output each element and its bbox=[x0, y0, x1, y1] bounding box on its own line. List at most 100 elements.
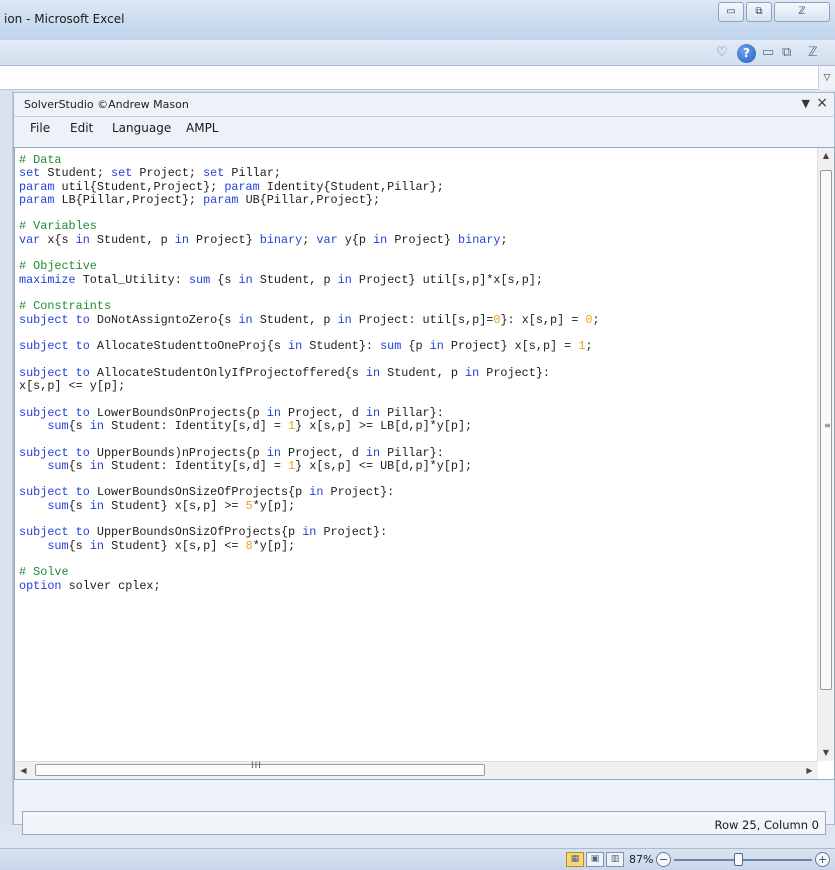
code-line[interactable] bbox=[19, 207, 819, 220]
code-text: Project, d bbox=[280, 405, 366, 420]
menu-file[interactable]: File bbox=[30, 121, 50, 135]
zoom-out-button[interactable]: − bbox=[656, 852, 671, 867]
code-comment: # Solve bbox=[19, 565, 69, 580]
close-button[interactable]: ℤ bbox=[774, 2, 830, 22]
code-line[interactable]: subject to AllocateStudentOnlyIfProjecto… bbox=[19, 365, 819, 380]
code-text: {s bbox=[68, 538, 90, 553]
pane-close-icon[interactable]: × bbox=[816, 95, 828, 111]
code-line[interactable]: var x{s in Student, p in Project} binary… bbox=[19, 232, 819, 247]
code-text: } x[s,p] >= LB[d,p]*y[p]; bbox=[295, 418, 473, 433]
code-line[interactable] bbox=[19, 247, 819, 260]
code-keyword: in bbox=[89, 458, 104, 473]
menu-edit[interactable]: Edit bbox=[70, 121, 93, 135]
code-line[interactable]: subject to LowerBoundsOnProjects{p in Pr… bbox=[19, 405, 819, 420]
vertical-scrollbar[interactable]: ▲ ≡ ▼ bbox=[817, 148, 834, 761]
code-keyword: in bbox=[89, 498, 104, 513]
code-text: Student; bbox=[40, 166, 112, 181]
code-text: x{s bbox=[40, 232, 76, 247]
zoom-slider-thumb[interactable] bbox=[734, 853, 743, 866]
menu-ampl[interactable]: AMPL bbox=[186, 121, 218, 135]
code-text: Project, d bbox=[280, 445, 366, 460]
code-number: 0 bbox=[585, 312, 593, 327]
code-line[interactable]: subject to UpperBounds)nProjects{p in Pr… bbox=[19, 445, 819, 460]
code-keyword: subject to bbox=[19, 405, 90, 420]
code-line[interactable]: param util{Student,Project}; param Ident… bbox=[19, 179, 819, 194]
code-line[interactable]: sum{s in Student: Identity[s,d] = 1} x[s… bbox=[19, 458, 819, 473]
code-line[interactable]: # Constraints bbox=[19, 300, 819, 313]
horizontal-scroll-thumb[interactable]: III bbox=[35, 761, 485, 776]
code-line[interactable]: option solver cplex; bbox=[19, 579, 819, 593]
code-editor[interactable]: # Data set Student; set Project; set Pill… bbox=[14, 147, 835, 780]
code-line[interactable]: subject to LowerBoundsOnSizeOfProjects{p… bbox=[19, 486, 819, 499]
code-line[interactable]: # Data bbox=[19, 154, 819, 167]
code-keyword: in bbox=[465, 365, 480, 380]
code-line[interactable] bbox=[19, 553, 819, 566]
collapse-ribbon-icon[interactable]: ♡ bbox=[716, 43, 728, 63]
formula-bar[interactable]: ▽ bbox=[0, 66, 835, 90]
zoom-in-button[interactable]: + bbox=[815, 852, 830, 867]
doc-restore-icon[interactable]: ⧉ bbox=[782, 43, 791, 63]
code-keyword: in bbox=[75, 232, 90, 247]
scroll-up-icon[interactable]: ▲ bbox=[818, 148, 834, 164]
code-line[interactable]: sum{s in Student: Identity[s,d] = 1} x[s… bbox=[19, 418, 819, 433]
code-comment: # Variables bbox=[19, 219, 97, 234]
code-line[interactable]: subject to AllocateStudenttoOneProj{s in… bbox=[19, 340, 819, 353]
code-keyword: maximize bbox=[19, 272, 76, 287]
code-line[interactable] bbox=[19, 393, 819, 406]
code-line[interactable] bbox=[19, 353, 819, 366]
normal-view-icon[interactable]: ▦ bbox=[566, 852, 584, 867]
window-title: ion - Microsoft Excel bbox=[4, 12, 125, 26]
scroll-down-icon[interactable]: ▼ bbox=[818, 745, 834, 761]
page-break-view-icon[interactable]: ▥ bbox=[606, 852, 624, 867]
code-line[interactable]: maximize Total_Utility: sum {s in Studen… bbox=[19, 272, 819, 287]
pane-options-icon[interactable]: ▼ bbox=[802, 97, 810, 110]
horizontal-scrollbar[interactable]: ◀ III ▶ bbox=[15, 761, 818, 779]
zoom-level[interactable]: 87% bbox=[629, 853, 653, 866]
code-text: Student} x[s,p] >= bbox=[104, 498, 246, 513]
code-line[interactable]: # Variables bbox=[19, 220, 819, 233]
code-text: ; bbox=[302, 232, 317, 247]
code-text[interactable]: # Data set Student; set Project; set Pill… bbox=[19, 154, 819, 754]
code-line[interactable]: subject to UpperBoundsOnSizOfProjects{p … bbox=[19, 526, 819, 539]
code-text: Project}: bbox=[316, 525, 388, 540]
scroll-right-icon[interactable]: ▶ bbox=[801, 762, 818, 779]
menu-language[interactable]: Language bbox=[112, 121, 171, 135]
code-keyword: in bbox=[89, 538, 104, 553]
code-line[interactable]: set Student; set Project; set Pillar; bbox=[19, 167, 819, 180]
scroll-left-icon[interactable]: ◀ bbox=[15, 762, 32, 779]
help-icon[interactable]: ? bbox=[737, 44, 756, 63]
code-keyword: in bbox=[238, 272, 253, 287]
code-text: Identity{Student,Pillar}; bbox=[259, 179, 444, 194]
code-line[interactable]: sum{s in Student} x[s,p] >= 5*y[p]; bbox=[19, 498, 819, 513]
code-line[interactable] bbox=[19, 327, 819, 340]
code-keyword: in bbox=[373, 232, 388, 247]
vertical-scroll-thumb[interactable]: ≡ bbox=[820, 170, 832, 690]
code-line[interactable]: # Solve bbox=[19, 566, 819, 579]
code-line[interactable] bbox=[19, 433, 819, 446]
code-text: UpperBounds)nProjects{p bbox=[89, 445, 267, 460]
code-line[interactable]: sum{s in Student} x[s,p] <= 8*y[p]; bbox=[19, 538, 819, 553]
code-line[interactable]: # Objective bbox=[19, 260, 819, 273]
code-line[interactable] bbox=[19, 287, 819, 300]
code-line[interactable]: param LB{Pillar,Project}; param UB{Pilla… bbox=[19, 193, 819, 207]
code-keyword: in bbox=[337, 272, 352, 287]
code-text: }: x[s,p] = bbox=[500, 312, 586, 327]
code-comment: # Data bbox=[19, 154, 62, 167]
minimize-button[interactable]: ▭ bbox=[718, 2, 744, 22]
page-layout-view-icon[interactable]: ▣ bbox=[586, 852, 604, 867]
restore-button[interactable]: ⧉ bbox=[746, 2, 772, 22]
code-keyword: binary bbox=[458, 232, 501, 247]
code-text: x[s,p] <= y[p]; bbox=[19, 379, 126, 394]
code-text: {s bbox=[68, 498, 90, 513]
scroll-grip-icon: III bbox=[251, 761, 262, 771]
code-line[interactable] bbox=[19, 513, 819, 526]
code-line[interactable]: subject to DoNotAssigntoZero{s in Studen… bbox=[19, 312, 819, 327]
code-line[interactable] bbox=[19, 473, 819, 486]
doc-minimize-icon[interactable]: ▭ bbox=[762, 43, 774, 63]
code-text: Student, p bbox=[252, 312, 338, 327]
zoom-slider-track[interactable] bbox=[674, 859, 812, 861]
doc-close-icon[interactable]: ℤ bbox=[808, 43, 818, 63]
code-line[interactable]: x[s,p] <= y[p]; bbox=[19, 379, 819, 394]
expand-formula-bar-icon[interactable]: ▽ bbox=[818, 66, 835, 90]
